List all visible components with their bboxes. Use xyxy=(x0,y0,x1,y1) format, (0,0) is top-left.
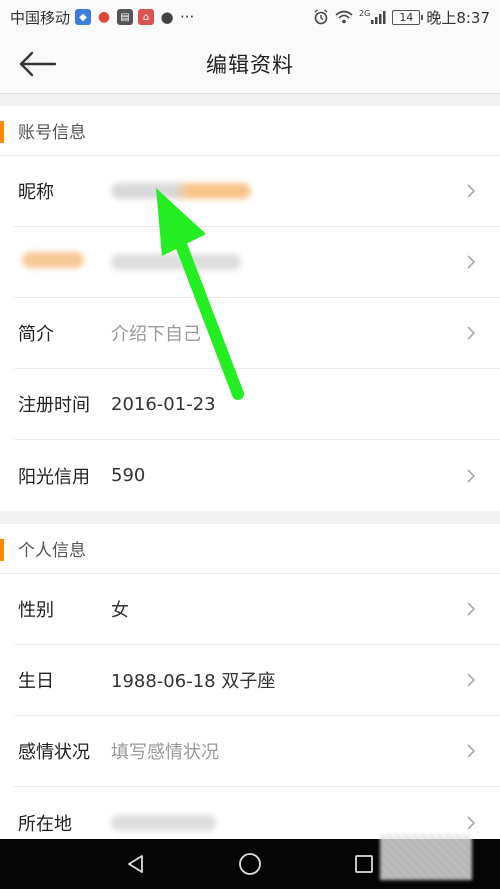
battery-level: 14 xyxy=(399,10,414,24)
verification-label xyxy=(14,251,111,273)
gender-value: 女 xyxy=(111,600,129,621)
battery-icon: 14 xyxy=(392,9,424,25)
app-icon: ▤ xyxy=(117,9,134,25)
section-accent-bar xyxy=(0,539,4,561)
annotation-arrow-icon xyxy=(156,188,244,400)
arrow-left-icon xyxy=(19,51,57,77)
chevron-right-icon xyxy=(467,184,476,198)
square-recents-icon xyxy=(355,855,373,873)
triangle-back-icon xyxy=(128,855,143,873)
network-type: 2G xyxy=(359,8,371,18)
nav-back-button[interactable] xyxy=(122,850,150,878)
chevron-right-icon xyxy=(467,815,476,830)
birthday-label: 生日 xyxy=(18,671,54,692)
circle-home-icon xyxy=(239,853,261,875)
intro-label: 简介 xyxy=(18,324,54,345)
chevron-right-icon xyxy=(467,602,476,616)
register-time-label: 注册时间 xyxy=(18,395,90,416)
home-app-icon: ⌂ xyxy=(138,9,155,25)
personal-info-section: 个人信息 性别 女 生日 1988-06-18 双子座 感情状况 填写感情状况 … xyxy=(0,524,500,858)
clock-time: 晚上8:37 xyxy=(426,8,490,27)
nickname-label: 昵称 xyxy=(18,182,54,203)
more-notifications: ··· xyxy=(180,8,195,26)
chevron-right-icon xyxy=(467,673,476,687)
shield-icon: ◆ xyxy=(75,9,92,25)
section-accent-bar xyxy=(0,121,4,143)
birthday-value: 1988-06-18 双子座 xyxy=(111,671,276,692)
section-header-account: 账号信息 xyxy=(0,106,500,156)
gender-label: 性别 xyxy=(18,600,54,621)
section-title: 账号信息 xyxy=(18,123,86,143)
title-bar: 编辑资料 xyxy=(0,34,500,94)
location-label: 所在地 xyxy=(18,813,72,835)
alarm-icon xyxy=(314,9,328,25)
chevron-right-icon xyxy=(467,744,476,758)
sunshine-credit-label: 阳光信用 xyxy=(18,466,90,488)
status-right: 2G 14 晚上8:37 xyxy=(313,7,490,28)
birthday-row[interactable]: 生日 1988-06-18 双子座 xyxy=(14,645,500,716)
verification-label-redacted xyxy=(22,251,84,268)
section-title: 个人信息 xyxy=(18,541,86,561)
nav-home-button[interactable] xyxy=(236,850,264,878)
nav-recents-button[interactable] xyxy=(350,850,378,878)
carrier-name: 中国移动 xyxy=(10,8,71,27)
status-left: 中国移动 ◆ ● ▤ ⌂ ● ··· xyxy=(10,7,194,28)
map-pin-icon: ● xyxy=(97,9,111,25)
section-header-personal: 个人信息 xyxy=(0,524,500,574)
watermark xyxy=(380,834,472,880)
relationship-placeholder: 填写感情状况 xyxy=(111,742,219,763)
chevron-right-icon xyxy=(467,326,476,340)
gender-row[interactable]: 性别 女 xyxy=(14,574,500,645)
chevron-right-icon xyxy=(467,468,476,483)
signal-icon xyxy=(371,11,386,24)
location-value-redacted xyxy=(111,814,216,831)
back-button[interactable] xyxy=(14,46,60,82)
relationship-row[interactable]: 感情状况 填写感情状况 xyxy=(14,716,500,787)
wifi-icon xyxy=(335,10,353,24)
status-bar: 中国移动 ◆ ● ▤ ⌂ ● ··· 2G 14 晚上8:37 xyxy=(0,0,500,34)
sunshine-credit-row[interactable]: 阳光信用 590 xyxy=(14,440,500,511)
sunshine-credit-value: 590 xyxy=(111,465,146,486)
chat-bubble-icon: ● xyxy=(160,8,174,26)
relationship-label: 感情状况 xyxy=(18,742,90,763)
chevron-right-icon xyxy=(467,255,476,269)
page-title: 编辑资料 xyxy=(206,52,294,77)
